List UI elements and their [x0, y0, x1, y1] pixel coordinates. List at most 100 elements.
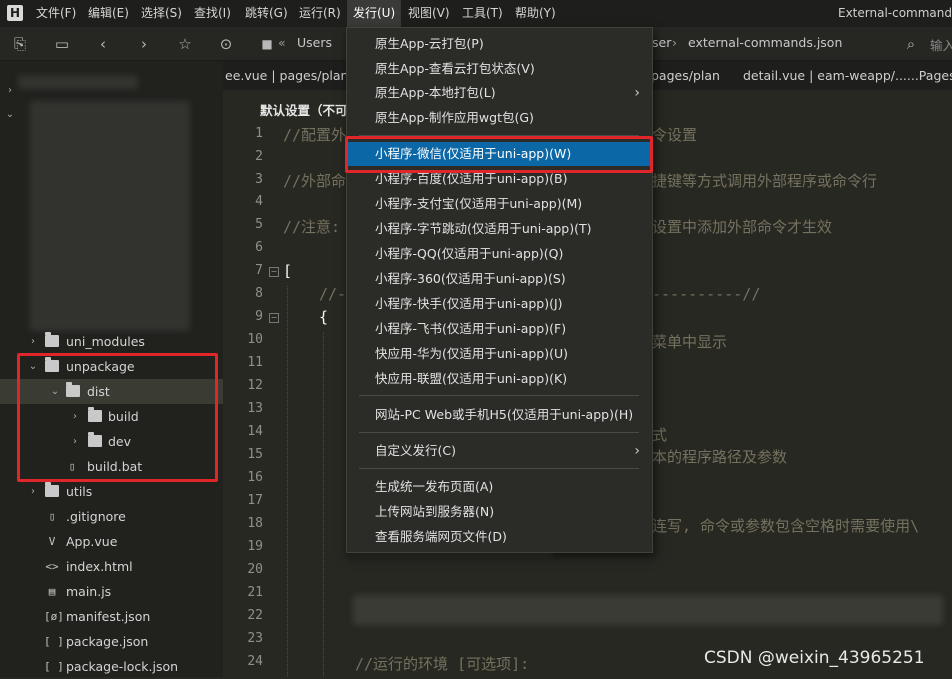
menu-item-web-h5[interactable]: 网站-PC Web或手机H5(仅适用于uni-app)(H) [347, 403, 652, 427]
tree-item-main-js[interactable]: ▤ main.js [0, 579, 223, 604]
tree-item-package-lock-json[interactable]: [ ] package-lock.json [0, 654, 223, 679]
menu-item-label: 原生App-制作应用wgt包(G) [375, 110, 534, 125]
code-bracket: [ [283, 262, 293, 280]
menu-help[interactable]: 帮助(Y) [515, 0, 556, 27]
annotation-box-weixin [345, 136, 653, 173]
menu-item-quickapp-union[interactable]: 快应用-联盟(仅适用于uni-app)(K) [347, 367, 652, 391]
line-number: 9 [255, 309, 263, 324]
chevron-right-icon[interactable]: › [27, 479, 39, 504]
menu-item-gen-publish-page[interactable]: 生成统一发布页面(A) [347, 475, 652, 499]
new-file-icon[interactable]: ⎘ [9, 33, 31, 55]
menu-item-label: 小程序-字节跳动(仅适用于uni-app)(T) [375, 221, 592, 236]
search-icon[interactable]: ⌕ [900, 33, 922, 55]
blurred-project-name [18, 75, 138, 89]
menu-item-label: 网站-PC Web或手机H5(仅适用于uni-app)(H) [375, 407, 634, 422]
menu-bar: H 文件(F) 编辑(E) 选择(S) 查找(I) 跳转(G) 运行(R) 发行… [0, 0, 952, 27]
menu-item-view-server-files[interactable]: 查看服务端网页文件(D) [347, 525, 652, 549]
menu-item-label: 原生App-查看云打包状态(V) [375, 61, 535, 76]
menu-tools[interactable]: 工具(T) [462, 0, 503, 27]
code-comment: ----------// [652, 285, 761, 303]
line-number: 14 [247, 424, 263, 439]
breadcrumb-users[interactable]: Users [297, 35, 332, 50]
code-comment: 捷键等方式调用外部程序或命令行 [652, 172, 878, 190]
line-number: 17 [247, 493, 263, 508]
breadcrumb-file[interactable]: external-commands.json [688, 35, 842, 50]
code-comment: //配置外 [283, 126, 347, 144]
menu-file[interactable]: 文件(F) [36, 0, 76, 27]
menu-item-app-wgt[interactable]: 原生App-制作应用wgt包(G) [347, 106, 652, 130]
fold-toggle-icon[interactable]: − [269, 313, 279, 323]
menu-item-label: 自定义发行(C) [375, 443, 456, 458]
save-icon[interactable]: ▭ [51, 33, 73, 55]
tree-item-utils[interactable]: › utils [0, 479, 223, 504]
menu-item-app-cloud-pack[interactable]: 原生App-云打包(P) [347, 32, 652, 56]
tree-item-label: .gitignore [66, 509, 126, 524]
back-icon[interactable]: ‹ [92, 33, 114, 55]
search-input[interactable]: 输入 [930, 35, 952, 54]
menu-item-mp-kuaishou[interactable]: 小程序-快手(仅适用于uni-app)(J) [347, 292, 652, 316]
fold-toggle-icon[interactable]: − [269, 267, 279, 277]
menu-item-upload-site[interactable]: 上传网站到服务器(N) [347, 500, 652, 524]
tree-item-label: package-lock.json [66, 659, 179, 674]
menu-item-label: 小程序-支付宝(仅适用于uni-app)(M) [375, 196, 583, 211]
watermark: CSDN @weixin_43965251 [704, 648, 925, 668]
menu-item-mp-lark[interactable]: 小程序-飞书(仅适用于uni-app)(F) [347, 317, 652, 341]
tree-item-label: index.html [66, 559, 133, 574]
indent-guide [323, 332, 324, 677]
tree-item-manifest-json[interactable]: [ø] manifest.json [0, 604, 223, 629]
star-icon[interactable]: ☆ [174, 33, 196, 55]
line-number: 10 [247, 332, 263, 347]
tree-item-label: App.vue [66, 534, 118, 549]
menu-item-custom-publish[interactable]: 自定义发行(C) › [347, 439, 652, 463]
menu-find[interactable]: 查找(I) [194, 0, 231, 27]
menu-item-quickapp-huawei[interactable]: 快应用-华为(仅适用于uni-app)(U) [347, 342, 652, 366]
menu-separator [359, 468, 639, 469]
chevron-right-icon[interactable]: › [27, 329, 39, 354]
file-icon: ▯ [48, 510, 56, 523]
menu-view[interactable]: 视图(V) [408, 0, 450, 27]
menu-item-label: 小程序-快手(仅适用于uni-app)(J) [375, 296, 563, 311]
menu-item-app-cloud-status[interactable]: 原生App-查看云打包状态(V) [347, 57, 652, 81]
forward-icon[interactable]: › [133, 33, 155, 55]
line-number: 19 [247, 539, 263, 554]
tree-item-index-html[interactable]: <> index.html [0, 554, 223, 579]
json-file-icon: [ ] [44, 635, 64, 648]
menu-item-label: 上传网站到服务器(N) [375, 504, 495, 519]
tree-item-label: package.json [66, 634, 149, 649]
menu-item-mp-360[interactable]: 小程序-360(仅适用于uni-app)(S) [347, 267, 652, 291]
menu-item-mp-toutiao[interactable]: 小程序-字节跳动(仅适用于uni-app)(T) [347, 217, 652, 241]
line-number: 3 [255, 172, 263, 187]
tree-item-uni-modules[interactable]: › uni_modules [0, 329, 223, 354]
code-comment: 式 [652, 426, 668, 444]
folder-icon [45, 482, 59, 497]
vue-file-icon: V [48, 535, 56, 548]
line-number: 16 [247, 470, 263, 485]
run-icon[interactable]: ⊙ [215, 33, 237, 55]
menu-item-app-local-pack[interactable]: 原生App-本地打包(L) › [347, 81, 652, 105]
menu-run[interactable]: 运行(R) [299, 0, 341, 27]
line-number: 2 [255, 149, 263, 164]
expand-arrow-icon[interactable]: ⌄ [4, 109, 16, 120]
menu-item-label: 原生App-云打包(P) [375, 36, 484, 51]
tree-item-package-json[interactable]: [ ] package.json [0, 629, 223, 654]
collapse-arrow-icon[interactable]: › [4, 85, 16, 96]
breadcrumb-user[interactable]: ser [652, 35, 671, 50]
line-number: 18 [247, 516, 263, 531]
json-file-icon: [ ] [44, 660, 64, 673]
menu-select[interactable]: 选择(S) [141, 0, 182, 27]
tab-detail[interactable]: detail.vue | eam-weapp/......Pages/p [743, 61, 952, 90]
menu-item-mp-alipay[interactable]: 小程序-支付宝(仅适用于uni-app)(M) [347, 192, 652, 216]
tree-item-app-vue[interactable]: V App.vue [0, 529, 223, 554]
publish-menu: 原生App-云打包(P) 原生App-查看云打包状态(V) 原生App-本地打包… [346, 27, 653, 553]
tree-item-gitignore[interactable]: ▯ .gitignore [0, 504, 223, 529]
menu-publish[interactable]: 发行(U) [347, 0, 402, 27]
menu-item-mp-qq[interactable]: 小程序-QQ(仅适用于uni-app)(Q) [347, 242, 652, 266]
tab-plan[interactable]: ee.vue | pages/plan... [225, 61, 360, 90]
window-title: External-commands [838, 6, 952, 20]
menu-goto[interactable]: 跳转(G) [245, 0, 288, 27]
menu-item-label: 小程序-飞书(仅适用于uni-app)(F) [375, 321, 567, 336]
tab-plan-pages[interactable]: pages/plan [651, 61, 720, 90]
line-number: 24 [247, 654, 263, 669]
line-number: 13 [247, 401, 263, 416]
menu-edit[interactable]: 编辑(E) [88, 0, 129, 27]
